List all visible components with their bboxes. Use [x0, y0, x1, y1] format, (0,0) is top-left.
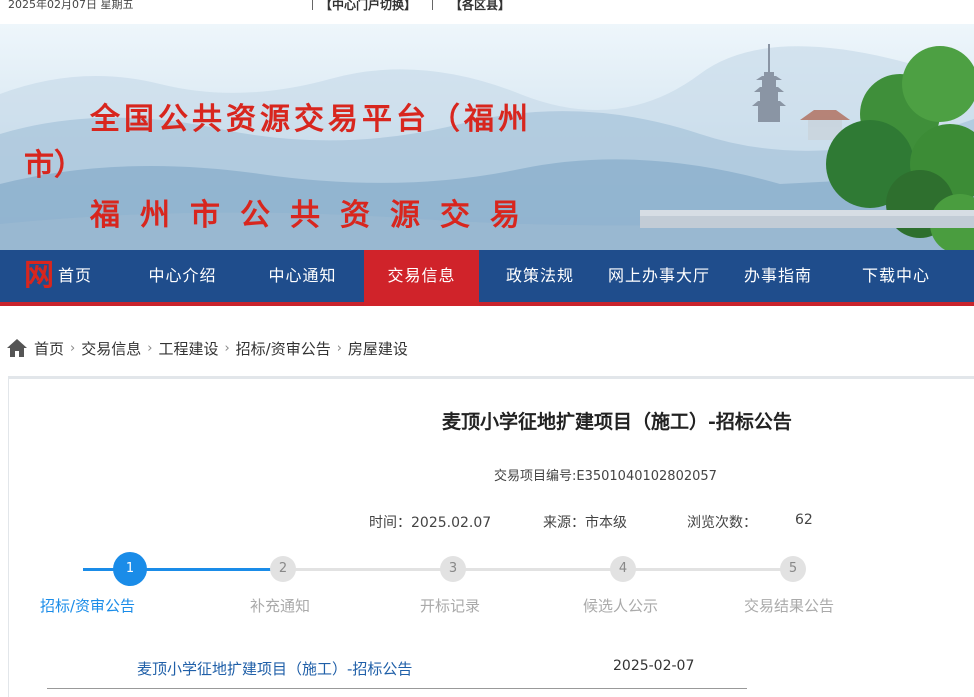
breadcrumb-engineering[interactable]: 工程建设 [158, 338, 218, 359]
chevron-right-icon: › [336, 340, 342, 356]
nav-item-notices[interactable]: 中心通知 [250, 250, 355, 306]
nav-item-downloads[interactable]: 下载中心 [846, 250, 946, 306]
step-4-label[interactable]: 候选人公示 [583, 595, 658, 616]
step-3-dot[interactable]: 3 [440, 556, 466, 582]
step-5-dot[interactable]: 5 [780, 556, 806, 582]
list-item-date: 2025-02-07 [613, 658, 695, 674]
article-panel: 麦顶小学征地扩建项目（施工）-招标公告 交易项目编号:E350104010280… [8, 376, 974, 697]
views-count: 62 [795, 512, 813, 528]
nav-item-trade-info[interactable]: 交易信息 [364, 250, 479, 306]
current-date: 2025年02月07日 星期五 [8, 0, 134, 11]
list-item: 麦顶小学征地扩建项目（施工）-招标公告 2025-02-07 [47, 655, 747, 689]
step-4-dot[interactable]: 4 [610, 556, 636, 582]
step-5-label[interactable]: 交易结果公告 [744, 595, 834, 616]
divider [432, 0, 433, 10]
chevron-right-icon: › [147, 340, 153, 356]
breadcrumb: 首页 › 交易信息 › 工程建设 › 招标/资审公告 › 房屋建设 [6, 334, 408, 362]
site-title-line1-wrap: 市） [24, 148, 84, 183]
divider [312, 0, 313, 10]
top-bar: 2025年02月07日 星期五 【中心门户切换】 【各区县】 [0, 0, 974, 24]
nav-item-guide[interactable]: 办事指南 [728, 250, 828, 306]
main-nav: 首页 中心介绍 中心通知 交易信息 政策法规 网上办事大厅 办事指南 下载中心 [0, 250, 974, 306]
step-3-label[interactable]: 开标记录 [420, 595, 480, 616]
article-title: 麦顶小学征地扩建项目（施工）-招标公告 [442, 411, 792, 433]
breadcrumb-home[interactable]: 首页 [34, 338, 64, 359]
step-2-dot[interactable]: 2 [270, 556, 296, 582]
nav-item-about[interactable]: 中心介绍 [130, 250, 235, 306]
site-title-line2-wrap: 网 [24, 258, 54, 293]
chevron-right-icon: › [70, 340, 76, 356]
step-progress-remaining [273, 568, 793, 571]
publish-time: 时间：2025.02.07 [369, 515, 492, 531]
step-1-label[interactable]: 招标/资审公告 [40, 595, 135, 616]
site-title-line2: 福州市公共资源交易 [90, 198, 540, 233]
source: 来源：市本级 [543, 515, 627, 531]
counties-link[interactable]: 【各区县】 [450, 0, 510, 13]
breadcrumb-housing[interactable]: 房屋建设 [348, 338, 408, 359]
breadcrumb-tender-notice[interactable]: 招标/资审公告 [236, 338, 331, 359]
step-1-dot[interactable]: 1 [113, 552, 147, 586]
step-2-label[interactable]: 补充通知 [250, 595, 310, 616]
home-icon[interactable] [6, 338, 28, 358]
step-progress-done [83, 568, 273, 571]
nav-item-policies[interactable]: 政策法规 [490, 250, 590, 306]
project-code: 交易项目编号:E3501040102802057 [494, 469, 717, 484]
breadcrumb-trade-info[interactable]: 交易信息 [81, 338, 141, 359]
nav-item-online-hall[interactable]: 网上办事大厅 [600, 250, 718, 306]
list-item-title-link[interactable]: 麦顶小学征地扩建项目（施工）-招标公告 [137, 658, 412, 679]
header-banner: 全国公共资源交易平台（福州 市） 福州市公共资源交易 [0, 24, 974, 250]
site-title-line1: 全国公共资源交易平台（福州 [90, 102, 532, 137]
center-portal-switch-link[interactable]: 【中心门户切换】 [320, 0, 416, 13]
views-label: 浏览次数： [687, 515, 757, 531]
chevron-right-icon: › [224, 340, 230, 356]
